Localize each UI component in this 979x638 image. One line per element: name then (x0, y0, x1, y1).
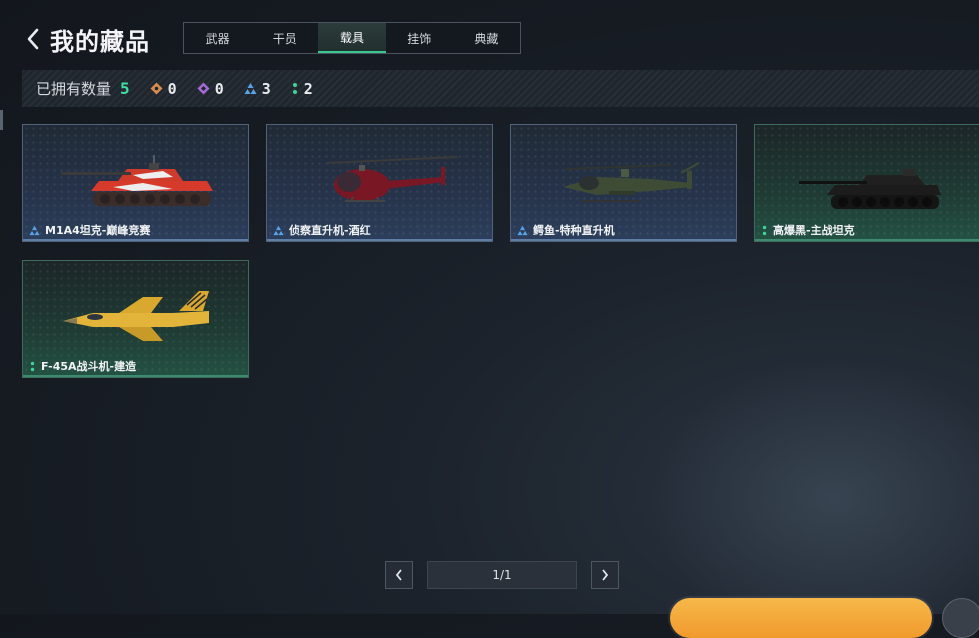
card-name: M1A4坦克-巅峰竞赛 (29, 222, 150, 238)
rarity-strip (511, 239, 736, 241)
owned-count-bar: 已拥有数量 5 0 0 3 2 (22, 70, 979, 107)
tab-bar: 武器 干员 载具 挂饰 典藏 (183, 22, 521, 54)
page-title: 我的藏品 (50, 28, 150, 56)
rarity-count-value: 3 (261, 79, 271, 98)
page-indicator: 1/1 (427, 561, 577, 589)
dark-tank-image (799, 169, 941, 209)
tab-collection[interactable]: 典藏 (453, 23, 520, 53)
tab-weapons[interactable]: 武器 (184, 23, 251, 53)
green-dots-icon (762, 225, 767, 235)
card-name: 鳄鱼-特种直升机 (517, 222, 615, 238)
card-name: F-45A战斗机-建造 (29, 358, 136, 374)
rarity-count-blue: 3 (244, 80, 271, 98)
rarity-count-purple: 0 (197, 80, 224, 98)
header: 我的藏品 武器 干员 载具 挂饰 典藏 (0, 0, 979, 70)
card-name: 侦察直升机-酒红 (273, 222, 371, 238)
round-action-button[interactable] (942, 598, 979, 638)
blue-triangle-icon (273, 225, 284, 235)
tab-label: 典藏 (474, 31, 499, 46)
attack-helicopter-image (563, 162, 700, 202)
next-page-button[interactable] (591, 561, 619, 589)
green-dots-icon (30, 361, 35, 371)
vehicle-card[interactable]: 高爆黑-主战坦克 (754, 124, 979, 242)
card-name-text: 鳄鱼-特种直升机 (533, 224, 615, 237)
chevron-right-icon (602, 569, 609, 581)
blue-triangle-icon (244, 83, 257, 94)
tab-label: 挂饰 (407, 31, 432, 46)
card-name-text: M1A4坦克-巅峰竞赛 (45, 224, 151, 237)
vehicle-card[interactable]: M1A4坦克-巅峰竞赛 (22, 124, 249, 242)
card-name: 高爆黑-主战坦克 (761, 222, 855, 238)
rarity-count-orange: 0 (150, 80, 177, 98)
rarity-count-value: 0 (167, 79, 177, 98)
rarity-strip (23, 375, 248, 377)
pagination: 1/1 (385, 561, 620, 590)
rarity-count-green: 2 (291, 80, 313, 98)
blue-triangle-icon (517, 225, 528, 235)
fighter-jet-image (63, 291, 209, 341)
rarity-count-value: 2 (303, 79, 313, 98)
primary-action-button[interactable] (670, 598, 932, 638)
green-dots-icon (292, 83, 297, 94)
back-button[interactable] (22, 26, 44, 52)
card-name-text: 侦察直升机-酒红 (289, 224, 371, 237)
storm-background (619, 334, 979, 614)
vehicle-card[interactable]: F-45A战斗机-建造 (22, 260, 249, 378)
tab-label: 干员 (272, 31, 297, 46)
purple-diamond-icon (197, 82, 210, 95)
rarity-count-value: 0 (214, 79, 224, 98)
owned-label: 已拥有数量 (36, 80, 112, 98)
rarity-strip (755, 239, 979, 241)
prev-page-button[interactable] (385, 561, 413, 589)
card-name-text: 高爆黑-主战坦克 (773, 224, 855, 237)
chevron-left-icon (395, 569, 402, 581)
side-scroll-marker (0, 110, 3, 130)
orange-diamond-icon (150, 82, 163, 95)
rarity-strip (267, 239, 492, 241)
vehicle-card[interactable]: 鳄鱼-特种直升机 (510, 124, 737, 242)
chevron-left-icon (27, 28, 39, 50)
tank-image (61, 155, 213, 206)
card-name-text: F-45A战斗机-建造 (41, 360, 137, 373)
tab-label: 载具 (340, 30, 365, 45)
blue-triangle-icon (29, 225, 40, 235)
tab-vehicles[interactable]: 载具 (318, 23, 386, 53)
scout-helicopter-image (326, 156, 458, 202)
vehicle-card[interactable]: 侦察直升机-酒红 (266, 124, 493, 242)
owned-total: 5 (120, 79, 130, 98)
rarity-strip (23, 239, 248, 241)
tab-pendants[interactable]: 挂饰 (386, 23, 453, 53)
tab-operators[interactable]: 干员 (251, 23, 318, 53)
tab-label: 武器 (205, 31, 230, 46)
